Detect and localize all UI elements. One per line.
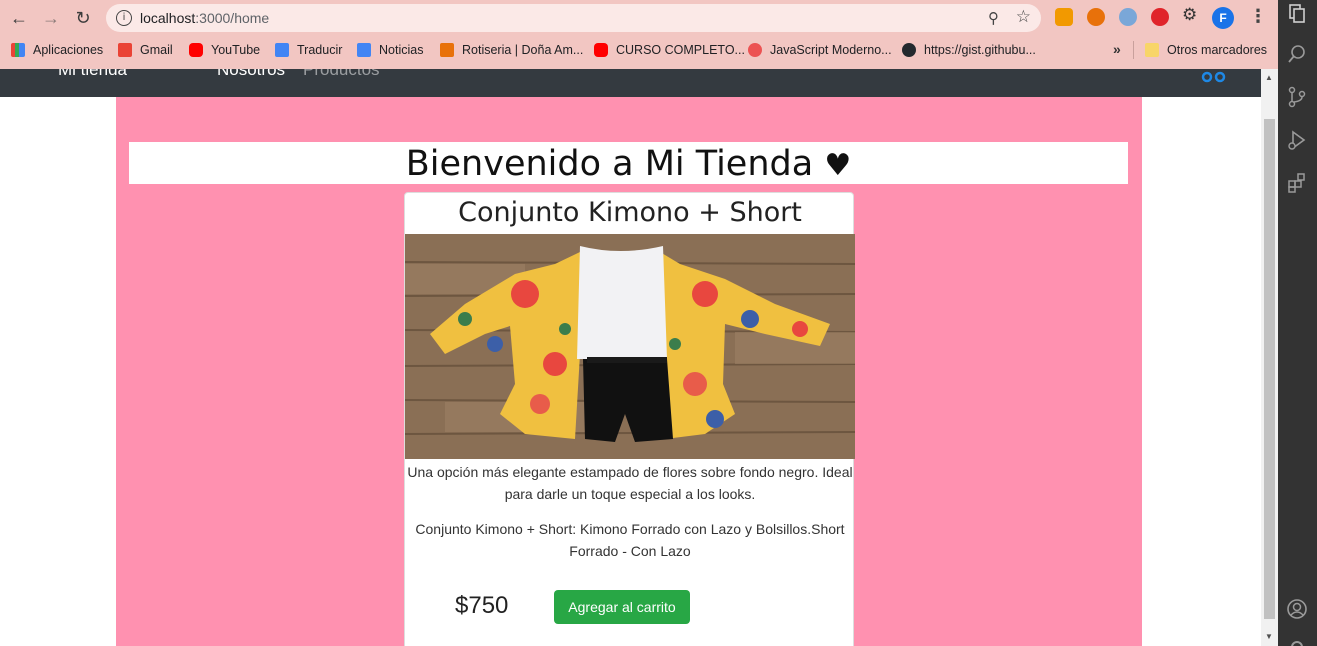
gmail-icon <box>118 43 132 57</box>
bookmarks-bar: Aplicaciones Gmail YouTube Traducir Noti… <box>0 36 1278 64</box>
browser-menu-icon[interactable]: ⋮ <box>1249 6 1267 27</box>
scroll-down-arrow-icon[interactable]: ▼ <box>1265 632 1273 641</box>
activity-bar <box>1278 0 1317 646</box>
bookmark-curso[interactable]: CURSO COMPLETO... <box>594 41 745 59</box>
product-title: Conjunto Kimono + Short <box>458 197 802 228</box>
bookmark-label: https://gist.githubu... <box>924 43 1036 57</box>
bookmark-noticias[interactable]: Noticias <box>357 41 423 59</box>
site-info-icon[interactable]: i <box>116 10 132 26</box>
zoom-icon[interactable]: ⚲ <box>988 9 999 27</box>
bookmark-label: YouTube <box>211 43 261 57</box>
url-text[interactable]: localhost:3000/home <box>140 10 269 26</box>
bookmarks-divider <box>1133 41 1134 59</box>
nav-link-nosotros[interactable]: Nosotros <box>217 69 285 80</box>
product-details: Conjunto Kimono + Short: Kimono Forrado … <box>415 521 845 559</box>
product-image <box>405 234 855 459</box>
extensions-icon[interactable] <box>1286 172 1308 194</box>
bookmark-youtube[interactable]: YouTube <box>189 41 260 59</box>
nav-link-productos[interactable]: Productos <box>303 69 380 80</box>
bookmark-label: CURSO COMPLETO... <box>616 43 745 57</box>
rotiseria-icon <box>440 43 454 57</box>
bookmark-label: Gmail <box>140 43 173 57</box>
scroll-up-arrow-icon[interactable]: ▲ <box>1265 73 1273 82</box>
add-to-cart-button[interactable]: Agregar al carrito <box>554 590 690 624</box>
welcome-title: Bienvenido a Mi Tienda <box>405 144 814 184</box>
back-arrow-icon[interactable]: ← <box>7 6 31 30</box>
extension-infinity-icon[interactable] <box>1087 8 1105 26</box>
kimono-short-photo <box>405 234 855 459</box>
settings-gear-icon[interactable] <box>1286 636 1308 646</box>
bookmark-label: Aplicaciones <box>33 43 104 57</box>
url-path: :3000/home <box>195 10 270 26</box>
bookmark-label: Noticias <box>379 43 424 57</box>
profile-avatar[interactable]: F <box>1212 7 1234 29</box>
account-icon[interactable] <box>1286 598 1308 620</box>
bookmark-javascript[interactable]: JavaScript Moderno... <box>748 41 892 59</box>
welcome-banner: Bienvenido a Mi Tienda ♥ <box>129 142 1128 184</box>
site-navbar: Mi tienda Nosotros Productos <box>0 69 1261 97</box>
product-card: Conjunto Kimono + Short Una opción más e… <box>404 192 855 646</box>
other-bookmarks-folder[interactable]: Otros marcadores <box>1145 41 1267 59</box>
github-icon <box>902 43 916 57</box>
search-icon[interactable] <box>1286 43 1308 65</box>
main-content: Bienvenido a Mi Tienda ♥ Conjunto Kimono… <box>116 97 1142 646</box>
bookmark-aplicaciones[interactable]: Aplicaciones <box>11 41 103 59</box>
bookmark-label: Rotiseria | Doña Am... <box>462 43 584 57</box>
product-description: Una opción más elegante estampado de flo… <box>407 464 853 502</box>
browser-chrome: ← → ↻ i localhost:3000/home ⚲ ☆ ⚙ F ⋮ Ap… <box>0 0 1278 69</box>
bookmark-traducir[interactable]: Traducir <box>275 41 342 59</box>
extension-blue-icon[interactable] <box>1119 8 1137 26</box>
run-debug-icon[interactable] <box>1286 129 1308 151</box>
product-price: $750 <box>455 592 509 619</box>
address-bar[interactable]: i localhost:3000/home ⚲ ☆ <box>106 4 1041 32</box>
extensions-puzzle-icon[interactable]: ⚙ <box>1182 5 1200 24</box>
bookmark-gist[interactable]: https://gist.githubu... <box>902 41 1036 59</box>
news-icon <box>357 43 371 57</box>
explorer-files-icon[interactable] <box>1286 2 1308 24</box>
scrollbar-thumb[interactable] <box>1264 119 1275 619</box>
youtube-icon <box>594 43 608 57</box>
forward-arrow-icon[interactable]: → <box>39 6 63 30</box>
bookmark-gmail[interactable]: Gmail <box>118 41 173 59</box>
adblock-icon[interactable] <box>1151 8 1169 26</box>
bookmark-rotiseria[interactable]: Rotiseria | Doña Am... <box>440 41 583 59</box>
bookmark-label: Traducir <box>297 43 343 57</box>
apps-grid-icon <box>11 43 25 57</box>
udemy-icon <box>748 43 762 57</box>
translate-icon <box>275 43 289 57</box>
bookmark-label: JavaScript Moderno... <box>770 43 892 57</box>
browser-toolbar: ← → ↻ i localhost:3000/home ⚲ ☆ ⚙ F ⋮ <box>0 0 1278 36</box>
reload-icon[interactable]: ↻ <box>71 6 95 30</box>
page-viewport: Mi tienda Nosotros Productos Bienvenido … <box>0 69 1261 646</box>
youtube-icon <box>189 43 203 57</box>
source-control-icon[interactable] <box>1286 86 1308 108</box>
url-host: localhost <box>140 10 196 26</box>
other-bookmarks-label: Otros marcadores <box>1167 43 1268 57</box>
extension-orange-icon[interactable] <box>1055 8 1073 26</box>
folder-icon <box>1145 43 1159 57</box>
bookmarks-more-button[interactable]: » <box>1113 41 1121 57</box>
cart-icon[interactable] <box>1200 69 1228 83</box>
heart-icon: ♥ <box>824 148 852 183</box>
page-scrollbar[interactable]: ▲ ▼ <box>1261 69 1278 646</box>
site-brand[interactable]: Mi tienda <box>58 69 127 80</box>
bookmark-star-icon[interactable]: ☆ <box>1016 7 1031 27</box>
